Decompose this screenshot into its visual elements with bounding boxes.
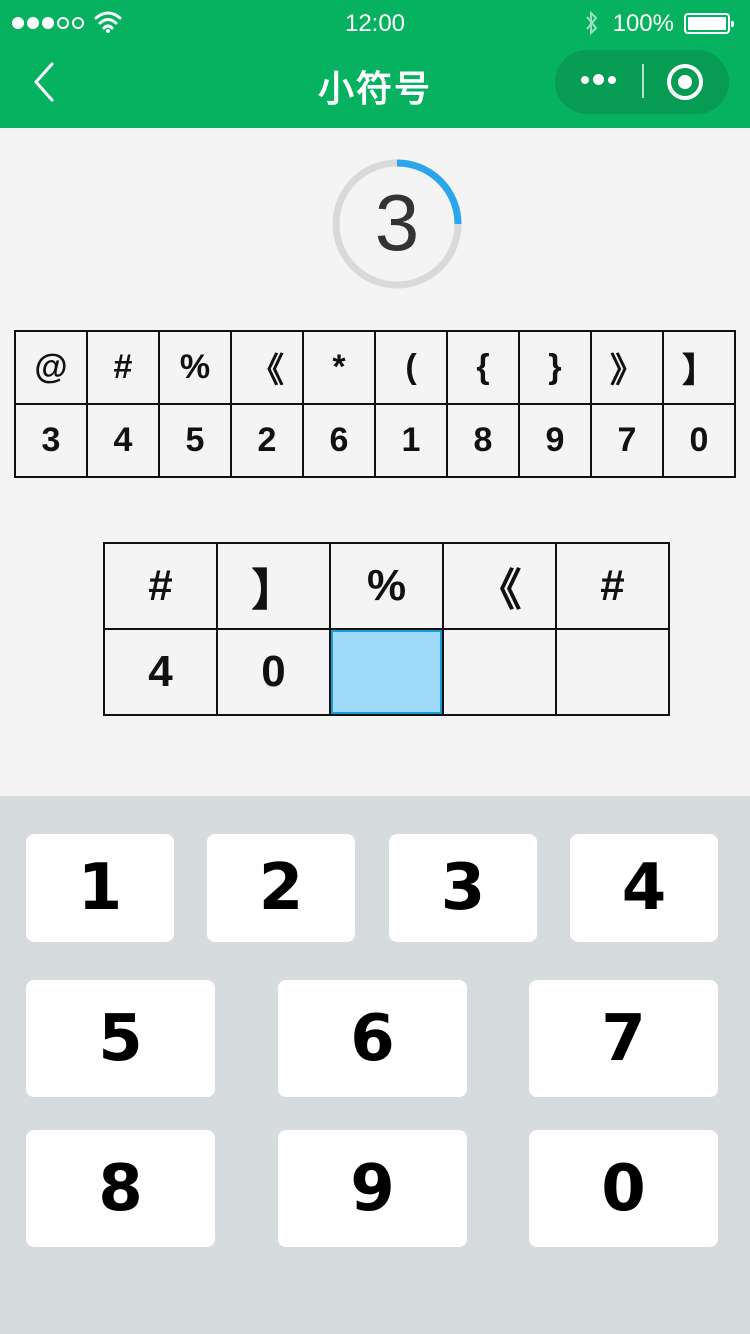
key-5[interactable]: 5 [26, 980, 215, 1097]
close-mini-program-icon[interactable] [667, 64, 703, 100]
key-digit-cell: 3 [14, 403, 88, 478]
nav-bar: 小符号 [0, 48, 750, 128]
key-9[interactable]: 9 [278, 1130, 467, 1247]
key-digit-cell: 8 [446, 403, 520, 478]
countdown-value: 3 [374, 178, 420, 267]
symbol-key-table: @ #% 《 *({} 》】 3452618970 [14, 330, 736, 478]
question-table: #】% 《 # 40 [103, 542, 670, 716]
key-digit-cell: 6 [302, 403, 376, 478]
digit-row: 3452618970 [14, 403, 736, 478]
mini-program-capsule [555, 50, 729, 114]
key-3[interactable]: 3 [389, 834, 537, 942]
question-symbol-row: #】% 《 # [103, 542, 670, 630]
key-7[interactable]: 7 [529, 980, 718, 1097]
key-2[interactable]: 2 [207, 834, 355, 942]
key-symbol-cell: 《 [230, 330, 304, 405]
key-digit-cell: 7 [590, 403, 664, 478]
battery-icon [684, 13, 734, 34]
answer-cell[interactable] [442, 628, 557, 716]
key-symbol-cell: @ [14, 330, 88, 405]
battery-percent: 100% [612, 10, 674, 37]
key-digit-cell: 0 [662, 403, 736, 478]
key-symbol-cell: 》 [590, 330, 664, 405]
answer-row: 40 [103, 628, 670, 716]
app: 12:00 100% 小符号 3 @ # % 《 * ({} 》 】 3 4… [0, 0, 750, 1334]
header: 12:00 100% 小符号 [0, 0, 750, 128]
question-symbol-cell: % [329, 542, 444, 630]
capsule-divider [642, 64, 644, 98]
question-symbol-cell: # [555, 542, 670, 630]
answer-cell-active[interactable] [329, 628, 444, 716]
symbol-row: @ #% 《 *({} 》】 [14, 330, 736, 405]
key-6[interactable]: 6 [278, 980, 467, 1097]
answer-cell[interactable]: 0 [216, 628, 331, 716]
key-symbol-cell: * [302, 330, 376, 405]
question-symbol-cell: 《 [442, 542, 557, 630]
more-icon[interactable] [581, 74, 616, 85]
key-digit-cell: 2 [230, 403, 304, 478]
bluetooth-icon [586, 10, 598, 36]
key-symbol-cell: { [446, 330, 520, 405]
question-symbol-cell: 】 [216, 542, 331, 630]
key-digit-cell: 9 [518, 403, 592, 478]
status-bar: 12:00 100% [0, 0, 750, 48]
key-symbol-cell: } [518, 330, 592, 405]
question-symbol-cell: # [103, 542, 218, 630]
key-digit-cell: 4 [86, 403, 160, 478]
answer-cell[interactable]: 4 [103, 628, 218, 716]
number-keypad: 1 2 3 4 5 6 7 8 9 0 [0, 796, 750, 1334]
key-digit-cell: 5 [158, 403, 232, 478]
key-8[interactable]: 8 [26, 1130, 215, 1247]
key-0[interactable]: 0 [529, 1130, 718, 1247]
key-symbol-cell: 】 [662, 330, 736, 405]
countdown-timer: 3 [331, 158, 463, 290]
key-symbol-cell: # [86, 330, 160, 405]
key-4[interactable]: 4 [570, 834, 718, 942]
answer-cell[interactable] [555, 628, 670, 716]
key-digit-cell: 1 [374, 403, 448, 478]
key-symbol-cell: % [158, 330, 232, 405]
key-symbol-cell: ( [374, 330, 448, 405]
key-1[interactable]: 1 [26, 834, 174, 942]
